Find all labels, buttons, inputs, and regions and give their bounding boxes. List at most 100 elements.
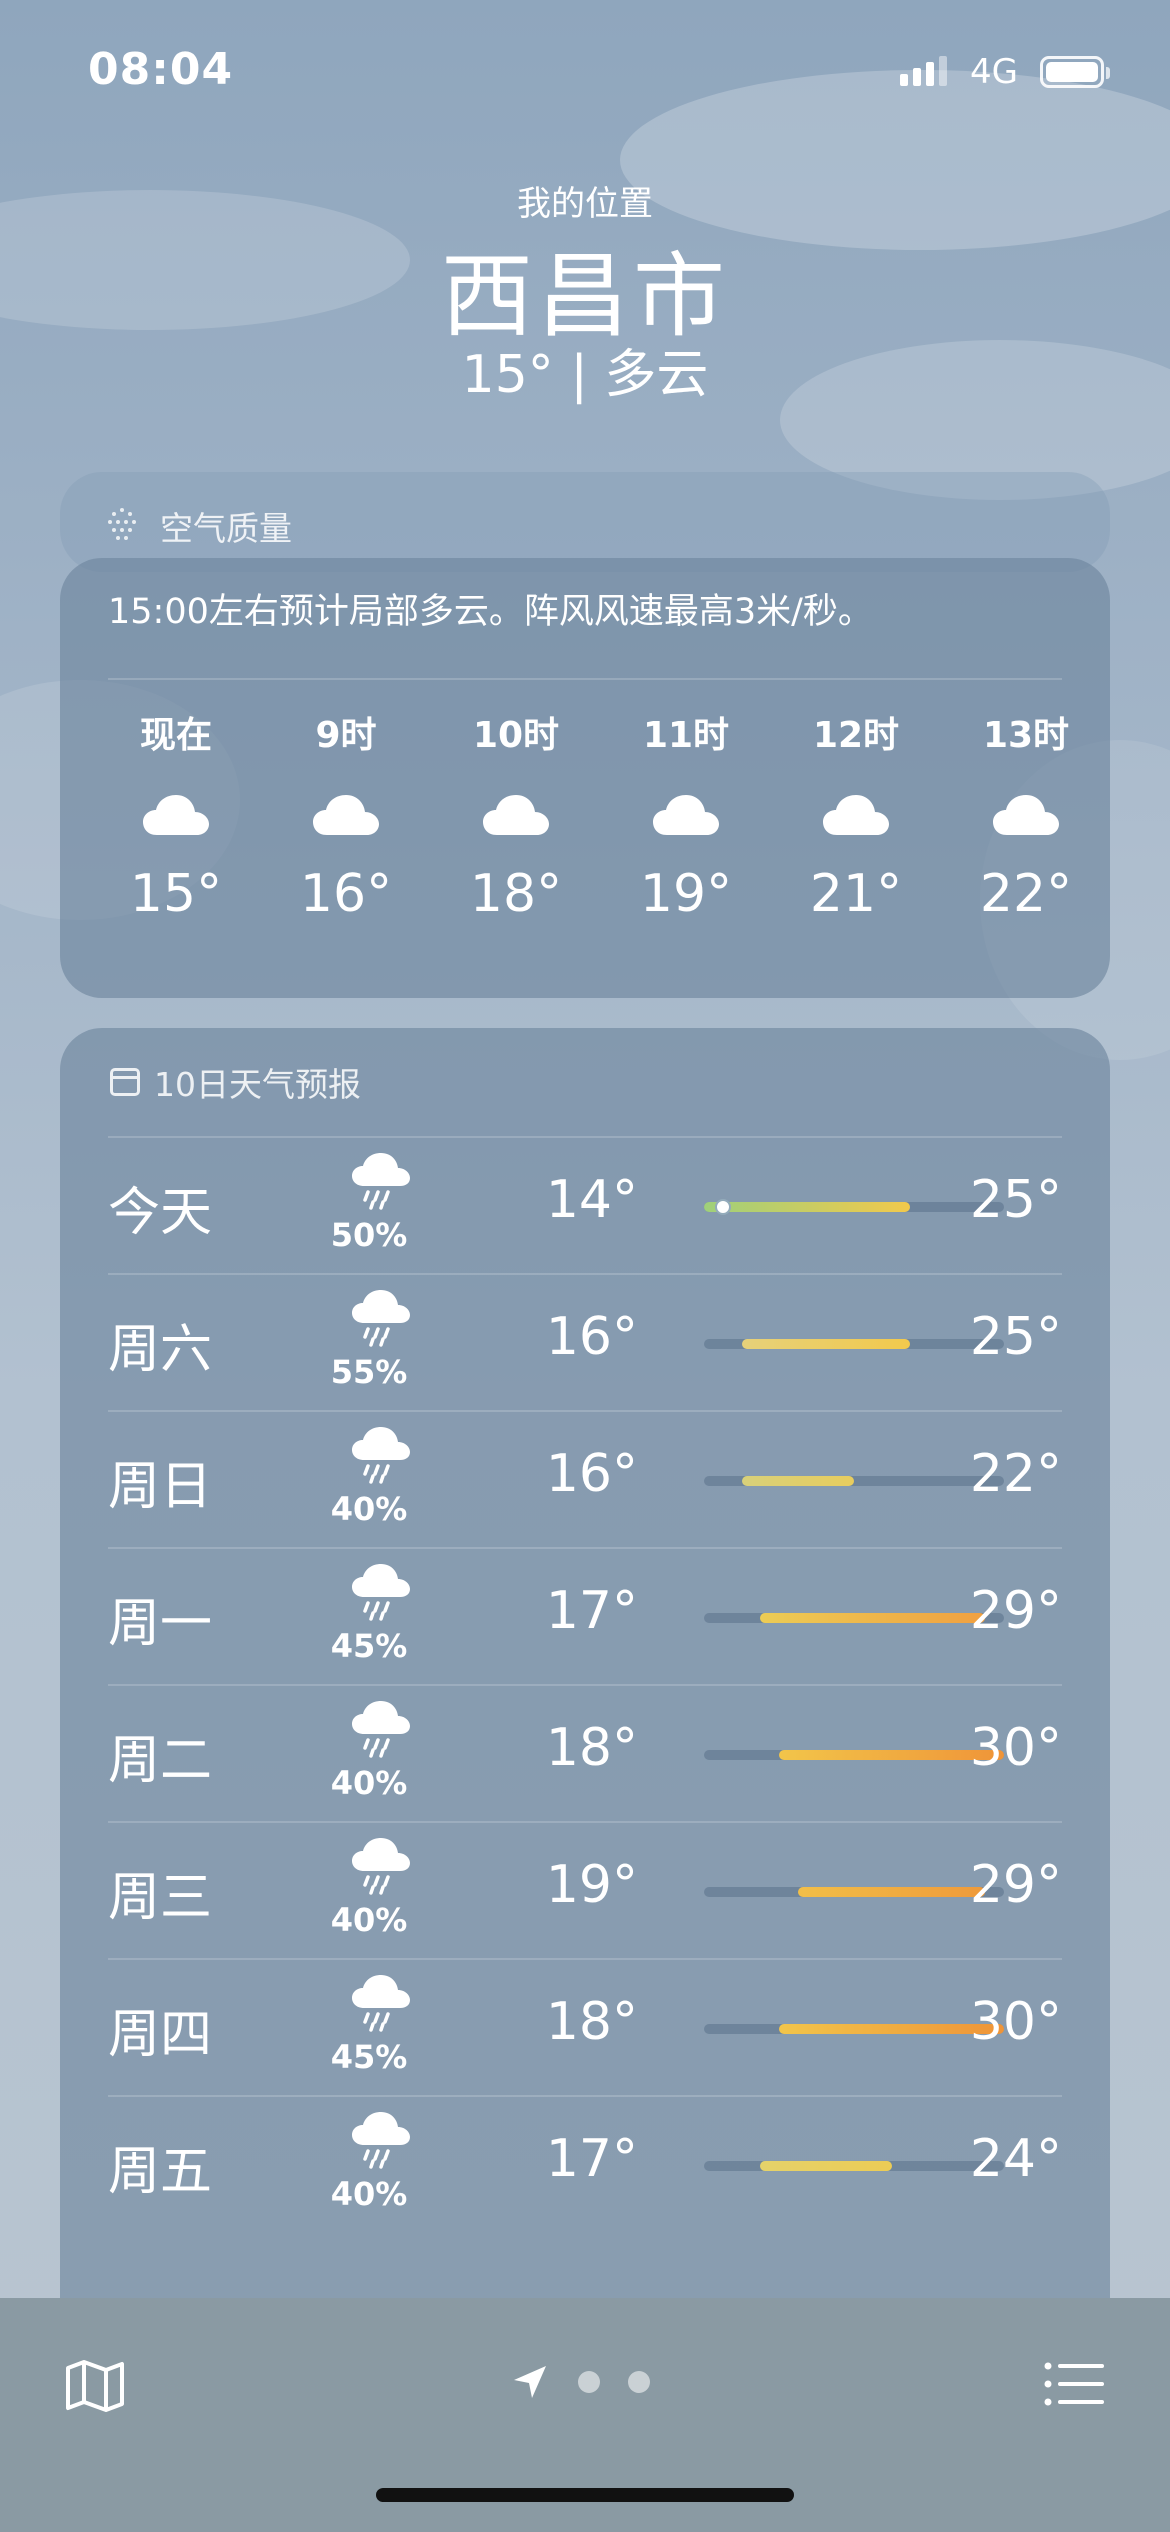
status-time: 08:04 bbox=[88, 44, 234, 95]
current-temp-dot bbox=[714, 1199, 731, 1215]
day-label: 周四 bbox=[108, 2005, 213, 2065]
high-temp: 30° bbox=[969, 1992, 1062, 2052]
divider bbox=[108, 1821, 1062, 1823]
precip-chance: 45% bbox=[330, 2038, 408, 2076]
location-label: 我的位置 bbox=[517, 184, 653, 224]
hour-temp: 22° bbox=[979, 864, 1073, 924]
status-bar: 08:04 4G bbox=[0, 0, 1170, 150]
cloud-icon bbox=[786, 764, 926, 864]
hour-temp: 15° bbox=[129, 864, 223, 924]
divider bbox=[108, 1410, 1062, 1412]
divider bbox=[108, 1547, 1062, 1549]
day-label: 周日 bbox=[108, 1457, 213, 1517]
temp-range-fill bbox=[760, 2161, 892, 2171]
precip-chance: 55% bbox=[330, 1353, 408, 1391]
rain-cloud-icon bbox=[334, 1835, 430, 1897]
temp-range-fill bbox=[704, 1202, 911, 1212]
high-temp: 22° bbox=[969, 1444, 1062, 1504]
hour-item: 9时 16° bbox=[276, 708, 416, 924]
day-label: 周三 bbox=[108, 1868, 213, 1928]
cloud-icon bbox=[446, 764, 586, 864]
rain-cloud-icon bbox=[334, 1287, 430, 1349]
low-temp: 16° bbox=[545, 1444, 638, 1504]
air-quality-card[interactable]: 空气质量 bbox=[60, 472, 1110, 572]
day-label: 今天 bbox=[108, 1183, 213, 1243]
forecast-row[interactable]: 周一 45% 17° 29° bbox=[108, 1547, 1062, 1683]
ten-day-forecast-card[interactable]: 10日天气预报 今天 50% 14° 25° 周六 55% 16° 25° 周日 40% 16° 22… bbox=[60, 1028, 1110, 2428]
hourly-list[interactable]: 现在 15° 9时 16° 10时 18° 11时 19° 12时 21° 13时 22° bbox=[106, 708, 1076, 968]
page-dot-icon[interactable] bbox=[628, 2371, 650, 2393]
divider bbox=[108, 678, 1062, 680]
hourly-forecast-card[interactable]: 15:00左右预计局部多云。阵风风速最高3米/秒。 现在 15° 9时 16° 10时 1… bbox=[60, 558, 1110, 998]
hour-temp: 16° bbox=[299, 864, 393, 924]
cloud-icon bbox=[276, 764, 416, 864]
high-temp: 25° bbox=[969, 1170, 1062, 1230]
precip-chance: 40% bbox=[330, 1764, 408, 1802]
hour-item: 13时 22° bbox=[956, 708, 1096, 924]
ten-day-title: 10日天气预报 bbox=[154, 1065, 361, 1104]
low-temp: 17° bbox=[545, 1581, 638, 1641]
low-temp: 16° bbox=[545, 1307, 638, 1367]
forecast-row[interactable]: 周三 40% 19° 29° bbox=[108, 1821, 1062, 1957]
forecast-row[interactable]: 周日 40% 16° 22° bbox=[108, 1410, 1062, 1546]
hour-temp: 18° bbox=[469, 864, 563, 924]
precip-chance: 40% bbox=[330, 1490, 408, 1528]
high-temp: 29° bbox=[969, 1581, 1062, 1641]
precip-chance: 50% bbox=[330, 1216, 408, 1254]
home-indicator bbox=[376, 2488, 794, 2502]
temp-range-fill bbox=[741, 1339, 911, 1349]
day-label: 周六 bbox=[108, 1320, 213, 1380]
rain-cloud-icon bbox=[334, 1561, 430, 1623]
location-arrow-icon[interactable] bbox=[512, 2364, 548, 2400]
rain-cloud-icon bbox=[334, 1972, 430, 2034]
low-temp: 18° bbox=[545, 1992, 638, 2052]
cloud-icon bbox=[616, 764, 756, 864]
divider bbox=[108, 1684, 1062, 1686]
ten-day-header: 10日天气预报 bbox=[110, 1058, 361, 1106]
forecast-row[interactable]: 今天 50% 14° 25° bbox=[108, 1136, 1062, 1272]
cloud-icon bbox=[956, 764, 1096, 864]
current-summary: 15° | 多云 bbox=[461, 345, 709, 405]
map-icon[interactable] bbox=[64, 2358, 126, 2414]
rain-cloud-icon bbox=[334, 2109, 430, 2171]
hour-label: 12时 bbox=[812, 715, 900, 756]
divider bbox=[108, 1958, 1062, 1960]
page-dot-icon[interactable] bbox=[578, 2371, 600, 2393]
hour-label: 10时 bbox=[472, 715, 560, 756]
calendar-icon bbox=[110, 1068, 140, 1096]
list-icon[interactable] bbox=[1044, 2360, 1104, 2408]
hour-item: 现在 15° bbox=[106, 708, 246, 924]
hour-temp: 21° bbox=[809, 864, 903, 924]
precip-chance: 40% bbox=[330, 2175, 408, 2213]
signal-icon bbox=[900, 56, 947, 86]
forecast-row[interactable]: 周五 40% 17° 24° bbox=[108, 2095, 1062, 2231]
high-temp: 30° bbox=[969, 1718, 1062, 1778]
day-label: 周一 bbox=[108, 1594, 213, 1654]
air-quality-title: 空气质量 bbox=[160, 509, 292, 548]
hour-label: 9时 bbox=[315, 715, 377, 756]
battery-icon bbox=[1040, 56, 1110, 88]
hour-item: 11时 19° bbox=[616, 708, 756, 924]
dots-grid-icon bbox=[108, 508, 136, 540]
hourly-summary: 15:00左右预计局部多云。阵风风速最高3米/秒。 bbox=[108, 592, 873, 632]
forecast-row[interactable]: 周二 40% 18° 30° bbox=[108, 1684, 1062, 1820]
hour-label: 13时 bbox=[982, 715, 1070, 756]
low-temp: 18° bbox=[545, 1718, 638, 1778]
high-temp: 25° bbox=[969, 1307, 1062, 1367]
precip-chance: 40% bbox=[330, 1901, 408, 1939]
forecast-row[interactable]: 周四 45% 18° 30° bbox=[108, 1958, 1062, 2094]
low-temp: 19° bbox=[545, 1855, 638, 1915]
forecast-row[interactable]: 周六 55% 16° 25° bbox=[108, 1273, 1062, 1409]
rain-cloud-icon bbox=[334, 1150, 430, 1212]
low-temp: 17° bbox=[545, 2129, 638, 2189]
hour-temp: 19° bbox=[639, 864, 733, 924]
cloud-icon bbox=[106, 764, 246, 864]
rain-cloud-icon bbox=[334, 1698, 430, 1760]
divider bbox=[108, 2095, 1062, 2097]
day-label: 周五 bbox=[108, 2142, 213, 2202]
day-label: 周二 bbox=[108, 1731, 213, 1791]
hour-item: 10时 18° bbox=[446, 708, 586, 924]
high-temp: 29° bbox=[969, 1855, 1062, 1915]
high-temp: 24° bbox=[969, 2129, 1062, 2189]
precip-chance: 45% bbox=[330, 1627, 408, 1665]
